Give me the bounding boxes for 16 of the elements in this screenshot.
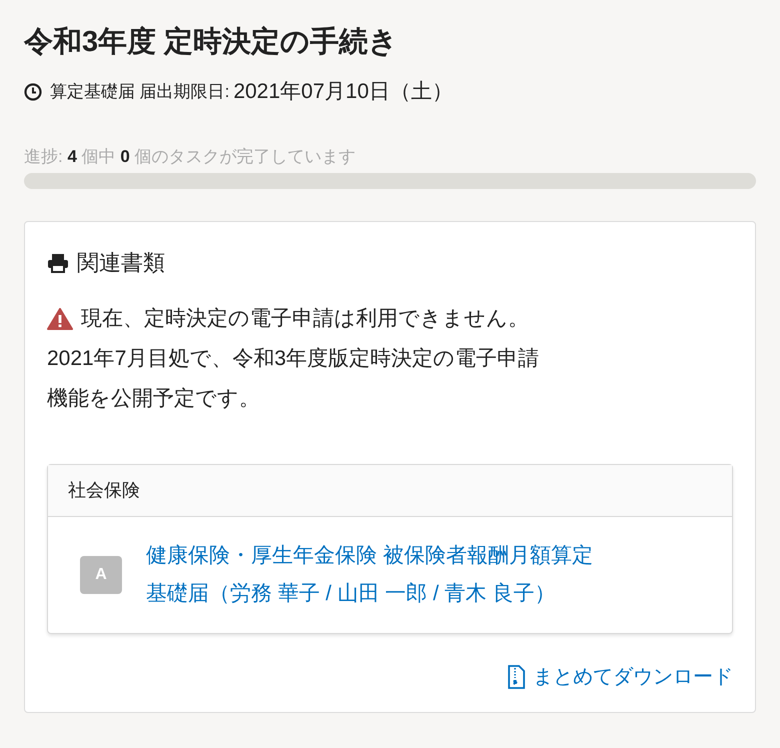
notice-text: 機能を公開予定です。	[47, 386, 260, 412]
deadline-label: 算定基礎届 届出期限日:	[50, 81, 230, 104]
notice-text: 2021年7月目処で、令和3年度版定時決定の電子申請	[47, 346, 540, 372]
document-link[interactable]: 健康保険・厚生年金保険 被保険者報酬月額算定 基礎届（労務 華子 / 山田 一郎 / 青木 良子）	[146, 537, 593, 614]
printer-icon	[47, 252, 69, 273]
document-badge: A	[80, 556, 122, 594]
progress-text: 進捗: 4 個中 0 個のタスクが完了しています	[24, 146, 357, 168]
group-title: 社会保険	[68, 480, 140, 500]
page-title: 令和3年度 定時決定の手続き	[24, 24, 400, 60]
section-heading: 関連書類	[77, 249, 165, 278]
deadline-date: 2021年07月10日（土）	[233, 79, 453, 106]
zip-file-icon	[507, 665, 525, 690]
warning-icon	[47, 308, 73, 330]
download-link[interactable]: まとめてダウンロード	[507, 662, 733, 692]
clock-icon	[24, 83, 42, 101]
notice-text: 現在、定時決定の電子申請は利用できません。	[81, 306, 529, 332]
